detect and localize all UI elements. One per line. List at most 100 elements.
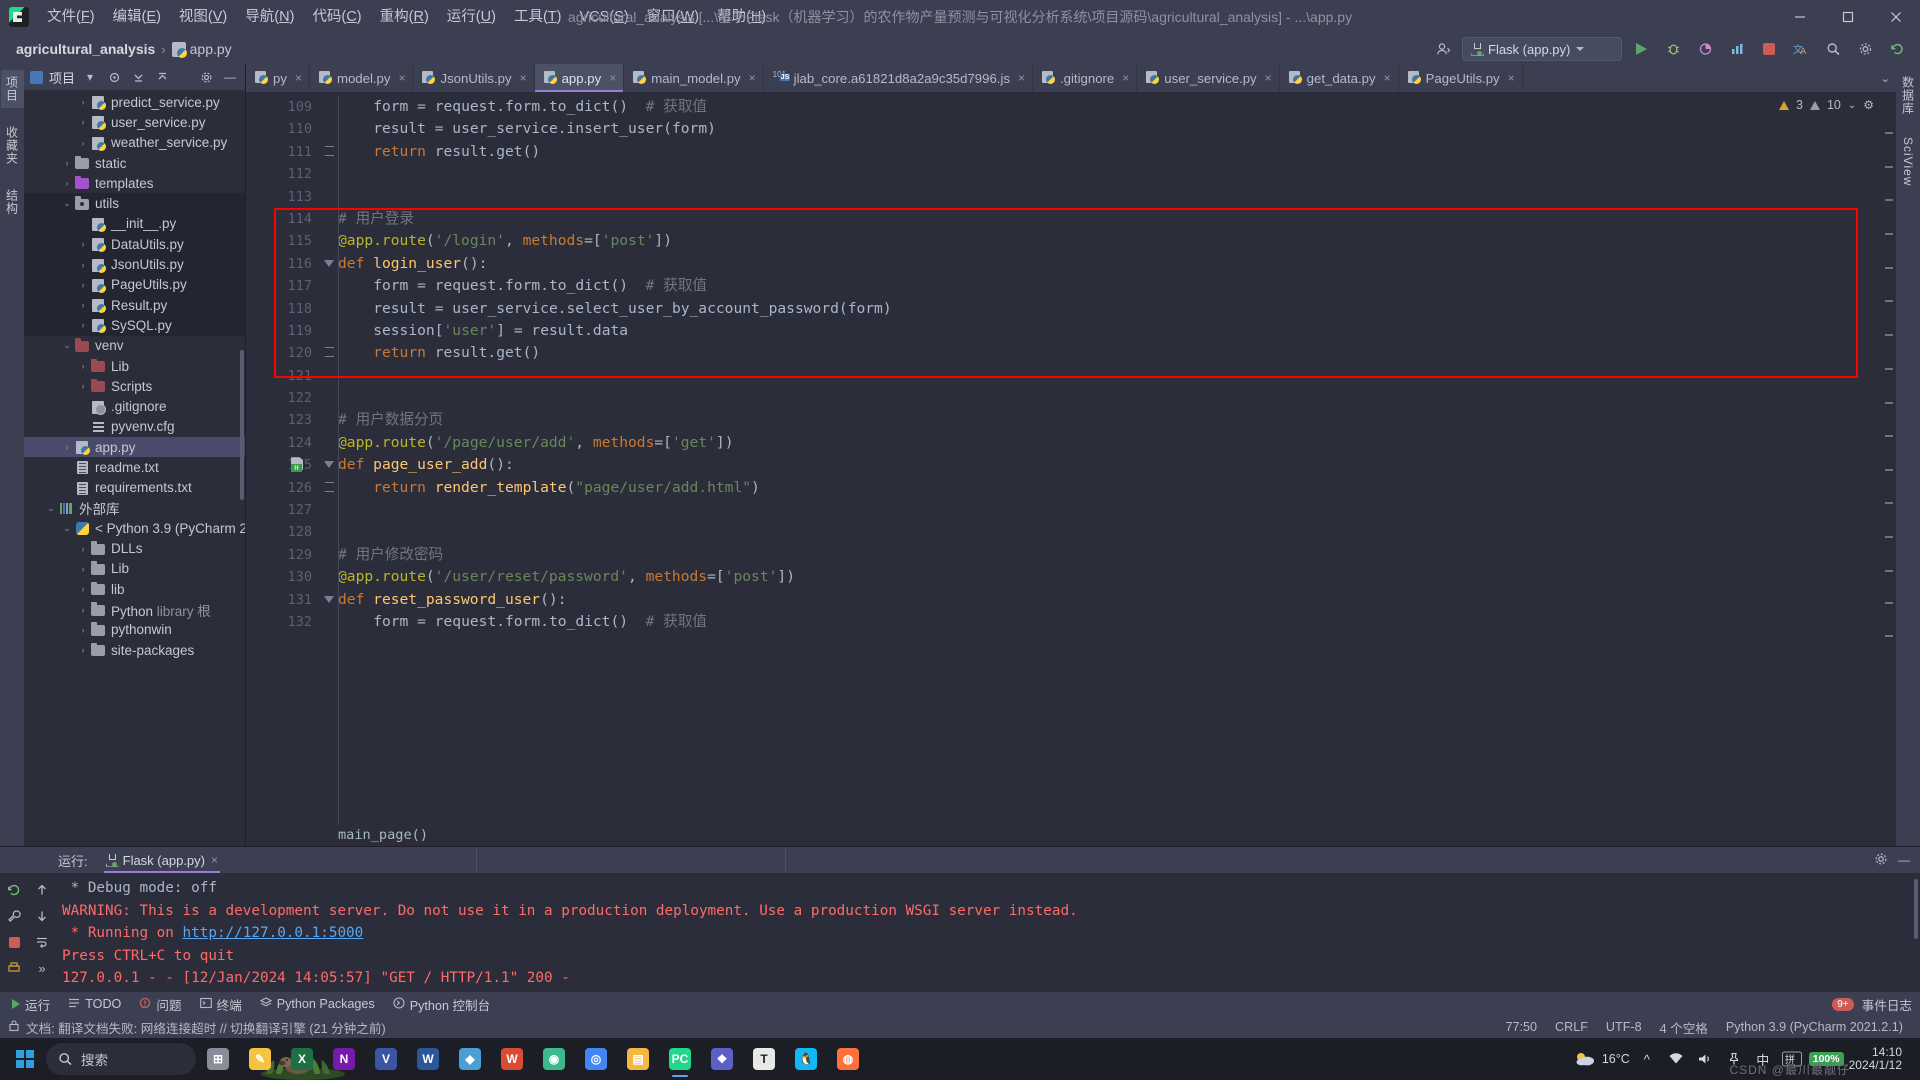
hide-panel-icon[interactable]: — <box>1898 853 1910 867</box>
taskbar-app-excel[interactable]: X <box>282 1040 322 1078</box>
code-line[interactable]: result = user_service.insert_user(form) <box>322 118 1882 140</box>
tab-bar-overflow[interactable]: ⌄ <box>1875 64 1896 92</box>
tree-item-jsonutils.py[interactable]: › JsonUtils.py <box>24 254 245 275</box>
tree-expander-icon[interactable]: › <box>60 178 74 188</box>
code-line[interactable]: form = request.form.to_dict() # 获取值 <box>322 96 1882 118</box>
close-icon[interactable]: × <box>1384 71 1391 85</box>
editor-breadcrumb[interactable]: main_page() <box>338 824 437 846</box>
tree-item-pythonwin[interactable]: › pythonwin <box>24 620 245 640</box>
line-number[interactable]: 115 <box>246 230 322 252</box>
code-line[interactable]: session['user'] = result.data <box>322 320 1882 342</box>
menu-vcs[interactable]: VCS(S) <box>571 5 638 29</box>
menu-view[interactable]: 视图(V) <box>170 5 236 29</box>
menu-code[interactable]: 代码(C) <box>303 5 370 29</box>
html-template-gutter-icon[interactable]: H <box>290 457 304 473</box>
line-number[interactable]: 120 <box>246 342 334 364</box>
tree-item-weather_service.py[interactable]: › weather_service.py <box>24 133 245 153</box>
editor-marker-gutter[interactable] <box>1882 92 1896 846</box>
close-icon[interactable]: × <box>520 71 527 85</box>
start-button[interactable] <box>6 1042 44 1076</box>
tree-item-scripts[interactable]: › Scripts <box>24 376 245 396</box>
inspection-settings-icon[interactable]: ⚙ <box>1863 98 1874 112</box>
code-line[interactable]: form = request.form.to_dict() # 获取值 <box>322 611 1882 633</box>
editor-tab-app.py[interactable]: app.py × <box>534 64 625 92</box>
close-icon[interactable]: × <box>1265 71 1272 85</box>
menu-file[interactable]: 文件(F) <box>38 5 104 29</box>
tree-expander-icon[interactable]: › <box>76 117 90 127</box>
close-icon[interactable]: × <box>1018 71 1025 85</box>
tool-tab-database[interactable]: 数据库 <box>1897 70 1920 121</box>
code-line[interactable]: def login_user(): <box>322 253 1882 275</box>
breadcrumb-project[interactable]: agricultural_analysis <box>6 41 155 57</box>
taskbar-app-blender[interactable]: ◆ <box>450 1040 490 1078</box>
tree-expander-icon[interactable]: › <box>76 300 90 310</box>
taskbar-app-qq[interactable]: 🐧 <box>786 1040 826 1078</box>
tree-expander-icon[interactable]: › <box>76 645 90 655</box>
network-icon[interactable] <box>1664 1046 1688 1072</box>
editor-tab-main_model.py[interactable]: main_model.py × <box>624 64 764 92</box>
editor-tab-user_service.py[interactable]: user_service.py × <box>1137 64 1280 92</box>
tree-item-sysql.py[interactable]: › SySQL.py <box>24 315 245 336</box>
code-line[interactable]: form = request.form.to_dict() # 获取值 <box>322 275 1882 297</box>
code-line[interactable] <box>322 499 1882 521</box>
project-tree[interactable]: › predict_service.py › user_service.py › weat… <box>24 90 245 846</box>
debug-icon[interactable] <box>1660 37 1686 61</box>
taskbar-app-firefox[interactable]: ◍ <box>828 1040 868 1078</box>
tree-expander-icon[interactable]: ⌄ <box>60 198 74 209</box>
sidebar-scrollbar[interactable] <box>240 350 244 500</box>
menu-run[interactable]: 运行(U) <box>438 5 505 29</box>
close-icon[interactable]: × <box>609 71 616 85</box>
line-number[interactable]: 119 <box>246 320 322 342</box>
taskbar-app-word[interactable]: W <box>408 1040 448 1078</box>
line-number[interactable]: 113 <box>246 186 322 208</box>
tree-expander-icon[interactable]: › <box>76 544 90 554</box>
expand-all-icon[interactable] <box>153 68 171 86</box>
close-icon[interactable]: × <box>1508 71 1515 85</box>
taskbar-app-browser-app[interactable]: ◉ <box>534 1040 574 1078</box>
tree-expander-icon[interactable]: › <box>76 381 90 391</box>
editor-tab-bar[interactable]: py × model.py × JsonUtils.py × app.py × main_mod… <box>246 64 1896 92</box>
taskbar-app-pycharm[interactable]: PC <box>660 1040 700 1078</box>
close-icon[interactable]: × <box>398 71 405 85</box>
code-line[interactable] <box>322 521 1882 543</box>
panel-settings-icon[interactable] <box>197 68 215 86</box>
tree-expander-icon[interactable]: › <box>76 564 90 574</box>
tree-item-lib[interactable]: › Lib <box>24 356 245 376</box>
tree-expander-icon[interactable]: › <box>76 138 90 148</box>
code-line[interactable]: return result.get() <box>322 342 1882 364</box>
coverage-icon[interactable] <box>1692 37 1718 61</box>
tree-expander-icon[interactable]: ⌄ <box>60 523 74 534</box>
tool-tab-sciview[interactable]: SciView <box>1898 131 1918 192</box>
line-number[interactable]: 129 <box>246 544 322 566</box>
tree-item----[interactable]: ⌄ 外部库 <box>24 498 245 518</box>
tree-item-requirements.txt[interactable]: requirements.txt <box>24 478 245 498</box>
line-number[interactable]: 117 <box>246 275 322 297</box>
tree-expander-icon[interactable]: ⌄ <box>44 503 58 514</box>
close-button[interactable] <box>1872 0 1920 34</box>
console-output[interactable]: * Debug mode: off WARNING: This is a deve… <box>56 873 1920 992</box>
tree-item-site-packages[interactable]: › site-packages <box>24 640 245 660</box>
print-icon[interactable] <box>0 955 28 981</box>
line-number[interactable]: 111 <box>246 141 334 163</box>
close-icon[interactable]: × <box>749 71 756 85</box>
chevron-up-icon[interactable]: ^ <box>1635 1046 1659 1072</box>
stop-icon[interactable] <box>1756 37 1782 61</box>
volume-icon[interactable] <box>1693 1046 1717 1072</box>
line-number[interactable]: 109 <box>246 96 322 118</box>
run-configuration-selector[interactable]: Flask (app.py) <box>1462 37 1622 61</box>
hide-panel-icon[interactable]: — <box>221 68 239 86</box>
python-interpreter[interactable]: Python 3.9 (PyCharm 2021.2.1) <box>1717 1020 1912 1034</box>
weather-icon[interactable] <box>1573 1046 1597 1072</box>
tree-item-datautils.py[interactable]: › DataUtils.py <box>24 234 245 255</box>
editor-tab-get_data.py[interactable]: get_data.py × <box>1280 64 1399 92</box>
tree-item-pyvenv.cfg[interactable]: pyvenv.cfg <box>24 417 245 437</box>
breadcrumb-file[interactable]: app.py <box>190 41 232 57</box>
line-number[interactable]: 116 <box>246 253 334 275</box>
run-icon[interactable] <box>1628 37 1654 61</box>
indent-setting[interactable]: 4 个空格 <box>1651 1018 1717 1037</box>
tool-tab-project[interactable]: 项目 <box>0 70 24 108</box>
rerun-icon[interactable] <box>0 877 28 903</box>
tree-expander-icon[interactable]: › <box>76 239 90 249</box>
line-number-gutter[interactable]: 109 110 111 112 113 114 115 116 117 118 119 120 121 1… <box>246 92 334 846</box>
server-url-link[interactable]: http://127.0.0.1:5000 <box>183 925 364 941</box>
